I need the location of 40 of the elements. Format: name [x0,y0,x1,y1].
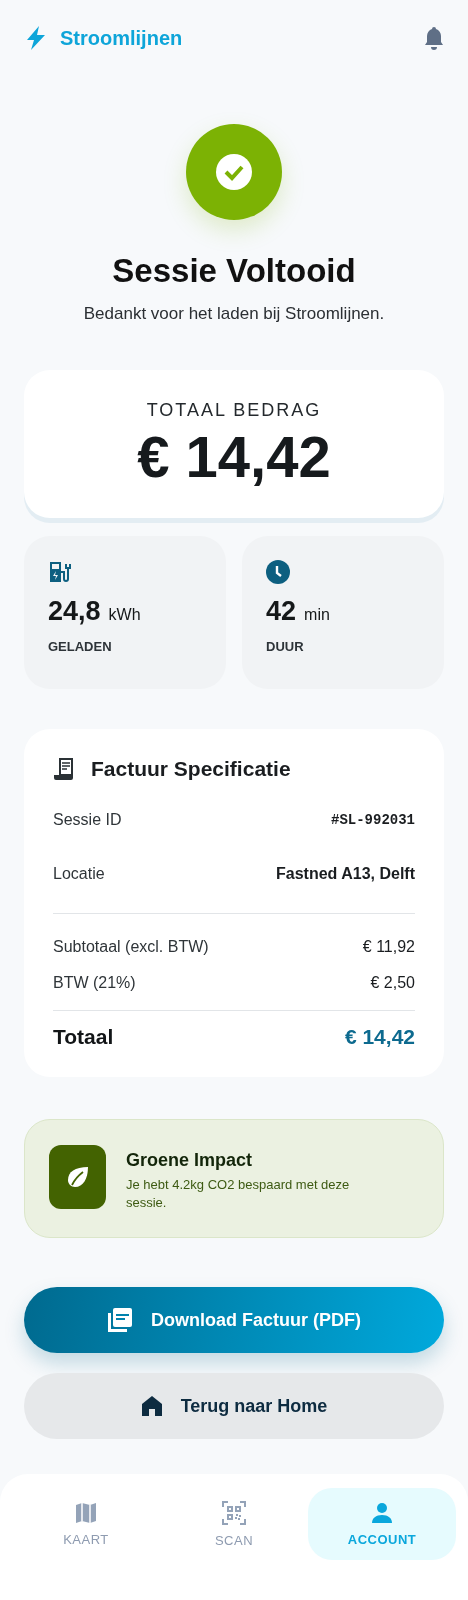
total-amount: € 14,42 [137,423,331,490]
clock-icon [266,560,290,584]
map-icon [75,1501,97,1524]
nav-tab[interactable]: KAART [12,1488,160,1560]
user-icon [371,1501,393,1524]
app-name: Stroomlijnen [60,26,183,50]
nav-tab[interactable]: ACCOUNT [308,1488,456,1560]
stat-unit: min [304,606,330,624]
total-row-value: € 14,42 [344,1025,415,1049]
invoice-title: Factuur Specificatie [91,757,291,781]
cost-label: Subtotaal (excl. BTW) [53,938,209,956]
cost-label: BTW (21%) [53,974,136,992]
qr-code-icon [222,1500,246,1525]
download-button[interactable]: Download Factuur (PDF) [24,1287,444,1353]
stat-label: GELADEN [48,639,113,654]
home-button[interactable]: Terug naar Home [24,1373,444,1439]
stat-label: DUUR [266,639,305,654]
cost-value: € 2,50 [370,974,415,992]
impact-text: Je hebt 4.2kg CO2 bespaard met deze sessie. [126,1176,351,1212]
detail-value: #SL-992031 [331,812,415,828]
impact-title: Groene Impact [126,1150,254,1171]
stat-value: 42 [266,596,297,627]
detail-value: Fastned A13, Delft [276,865,415,883]
page-title: Sessie Voltooid [112,252,356,290]
stat-value: 24,8 [48,596,101,627]
document-icon [107,1307,133,1333]
stat-unit: kWh [108,606,141,624]
lightning-bolt-icon [26,26,46,50]
detail-label: Locatie [53,865,105,883]
cost-value: € 11,92 [362,938,415,956]
notification-bell-icon[interactable] [424,26,444,50]
home-icon [140,1395,163,1417]
leaf-icon [66,1166,89,1188]
detail-label: Sessie ID [53,811,122,829]
total-label: TOTAAL BEDRAG [146,400,322,421]
charging-station-icon [48,560,72,584]
nav-tab[interactable]: SCAN [160,1488,308,1560]
thank-you-text: Bedankt voor het laden bij Stroomlijnen. [83,304,385,324]
total-row-label: Totaal [53,1025,114,1049]
checkmark-icon [216,154,252,190]
